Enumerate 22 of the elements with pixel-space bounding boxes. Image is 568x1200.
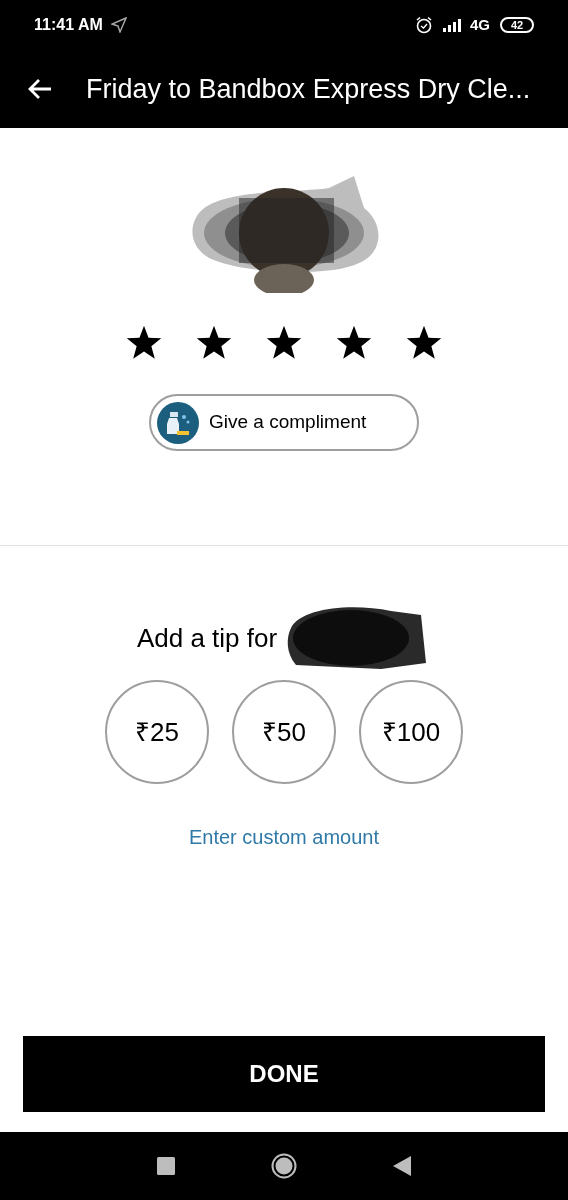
done-button[interactable]: DONE [23,1036,545,1112]
tip-amount-option[interactable]: ₹100 [359,680,463,784]
cleaning-spray-icon [157,401,199,444]
header-title: Friday to Bandbox Express Dry Cle... [86,72,531,106]
star-icon[interactable] [335,325,373,361]
tip-amount-option[interactable]: ₹25 [105,680,209,784]
back-triangle-icon[interactable] [393,1156,411,1176]
star-icon[interactable] [265,325,303,361]
star-icon[interactable] [195,325,233,361]
status-time: 11:41 AM [34,15,103,35]
custom-amount-link[interactable]: Enter custom amount [188,822,380,852]
network-type: 4G [470,14,490,35]
battery-level: 42 [510,19,524,31]
home-circle-icon[interactable] [271,1153,297,1179]
alarm-clock-icon [415,16,433,34]
tip-title: Add a tip for [136,621,278,655]
star-icon[interactable] [405,325,443,361]
star-icon[interactable] [125,325,163,361]
back-arrow-icon [27,78,53,100]
tip-amount-option[interactable]: ₹50 [232,680,336,784]
compliment-button[interactable]: Give a compliment [149,394,419,451]
location-arrow-icon [110,17,127,33]
